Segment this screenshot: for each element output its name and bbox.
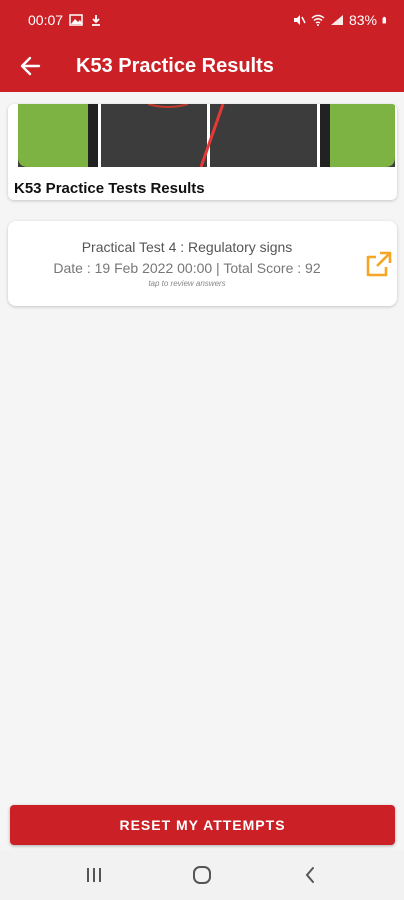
result-card[interactable]: Practical Test 4 : Regulatory signs Date… xyxy=(8,221,397,306)
road-banner-image xyxy=(18,104,395,167)
reset-attempts-button[interactable]: RESET MY ATTEMPTS xyxy=(10,805,395,845)
mute-icon xyxy=(293,15,306,25)
status-left: 00:07 xyxy=(28,12,103,28)
result-title: Practical Test 4 : Regulatory signs xyxy=(81,239,293,255)
home-button[interactable] xyxy=(180,853,224,897)
system-nav-bar xyxy=(0,850,404,900)
back-button[interactable] xyxy=(0,40,60,92)
battery-icon xyxy=(382,16,386,24)
battery-percent: 83% xyxy=(348,12,377,28)
recent-apps-icon xyxy=(87,868,101,882)
arrow-left-icon xyxy=(20,56,41,76)
app-bar: K53 Practice Results xyxy=(0,40,404,92)
banner-caption: K53 Practice Tests Results xyxy=(14,180,205,197)
banner-card: K53 Practice Tests Results xyxy=(8,104,397,200)
page-title: K53 Practice Results xyxy=(76,54,274,77)
home-icon xyxy=(193,866,211,884)
back-nav-button[interactable] xyxy=(288,853,332,897)
chevron-left-icon xyxy=(305,867,314,883)
result-meta: Date : 19 Feb 2022 00:00 | Total Score :… xyxy=(53,260,321,276)
gallery-icon xyxy=(69,14,83,26)
status-bar: 00:07 83% xyxy=(0,0,404,40)
status-time: 00:07 xyxy=(28,12,64,28)
recent-apps-button[interactable] xyxy=(72,853,116,897)
signal-icon xyxy=(330,15,343,25)
download-icon xyxy=(92,15,101,26)
wifi-icon xyxy=(311,14,325,26)
open-external-icon[interactable] xyxy=(364,249,394,279)
result-hint: tap to review answers xyxy=(148,279,226,288)
status-right: 83% xyxy=(292,12,390,28)
